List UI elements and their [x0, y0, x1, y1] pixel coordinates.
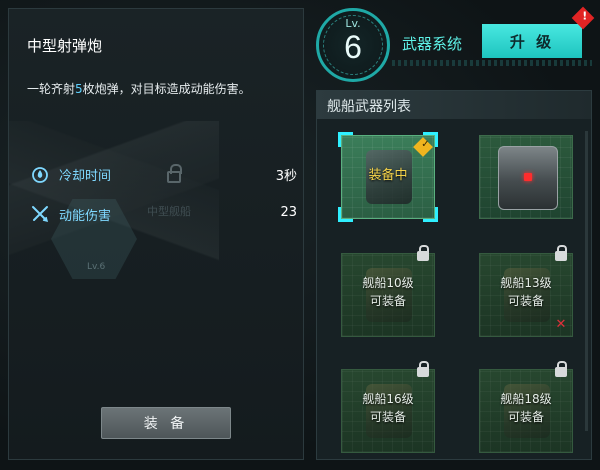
crossed-swords-icon [32, 206, 49, 223]
weapon-title: 中型射弹炮 [27, 37, 103, 55]
weapon-slot-locked[interactable]: 舰船16级可装备 [341, 361, 435, 453]
stat-value: 3秒 [275, 169, 297, 184]
unlock-note: 可装备 [507, 294, 544, 308]
lock-icon [555, 245, 567, 261]
weapon-slot-locked[interactable]: 舰船13级可装备 ✕ [479, 245, 573, 337]
weapon-system-label: 武器系统 [402, 35, 463, 53]
unlock-note: 可装备 [507, 410, 544, 424]
cross-icon: ✕ [555, 317, 567, 332]
unlock-requirement: 舰船10级可装备 [342, 274, 434, 310]
unlock-requirement: 舰船16级可装备 [342, 390, 434, 426]
lock-icon [417, 361, 429, 377]
weapon-slot-locked[interactable]: 舰船18级可装备 [479, 361, 573, 453]
unlock-level: 舰船18级 [500, 392, 552, 406]
droplet-icon [32, 167, 48, 183]
selection-corner [338, 132, 353, 147]
unlock-note: 可装备 [369, 294, 406, 308]
weapon-slot-locked[interactable]: 舰船10级可装备 [341, 245, 435, 337]
selection-corner [338, 207, 353, 222]
upgrade-button[interactable]: 升 级 [482, 24, 582, 58]
scrollbar[interactable] [585, 131, 588, 431]
crate-light [524, 173, 532, 181]
weapon-slot-equipped[interactable]: 装备中 ✓ [338, 132, 438, 222]
unlock-level: 舰船13级 [500, 276, 552, 290]
weapon-detail-panel: Lv.6 中型舰船 中型射弹炮 一轮齐射5枚炮弹，对目标造成动能伤害。 冷却时间… [8, 8, 304, 460]
lock-icon [417, 245, 429, 261]
lock-icon [555, 361, 567, 377]
equip-button[interactable]: 装 备 [101, 407, 231, 439]
selection-corner [423, 207, 438, 222]
check-icon: ✓ [413, 137, 433, 157]
crate-icon [498, 146, 558, 210]
list-title: 舰船武器列表 [327, 99, 411, 115]
equipped-label: 装备中 [368, 168, 408, 183]
unlock-requirement: 舰船18级可装备 [480, 390, 572, 426]
header-decoration [392, 60, 592, 66]
stat-cooldown: 冷却时间 3秒 [31, 163, 297, 185]
unlock-requirement: 舰船13级可装备 [480, 274, 572, 310]
unlock-level: 舰船16级 [362, 392, 414, 406]
desc-suffix: 枚炮弹，对目标造成动能伤害。 [82, 82, 251, 96]
weapon-description: 一轮齐射5枚炮弹，对目标造成动能伤害。 [27, 79, 289, 99]
desc-prefix: 一轮齐射 [27, 82, 76, 96]
level-number: 6 [344, 29, 362, 65]
alert-mark: ! [582, 9, 588, 23]
stat-kinetic-damage: 动能伤害 23 [31, 203, 297, 225]
stat-label: 冷却时间 [59, 169, 112, 184]
weapon-list-panel: 舰船武器列表 装备中 ✓ 舰船10级 可装备 舰船13级 可装备 ✕ 舰船16级 可装… [316, 90, 592, 460]
hex-level-label: Lv.6 [87, 262, 106, 272]
stat-label: 动能伤害 [59, 209, 112, 224]
desc-count: 5 [75, 82, 83, 96]
stat-value: 23 [280, 205, 297, 220]
weapon-slot-available[interactable] [479, 135, 573, 219]
list-title-bar: 舰船武器列表 [317, 91, 591, 119]
level-prefix: Lv. [345, 17, 361, 30]
unlock-level: 舰船10级 [362, 276, 414, 290]
unlock-note: 可装备 [369, 410, 406, 424]
level-ring: Lv. 6 [316, 8, 390, 82]
